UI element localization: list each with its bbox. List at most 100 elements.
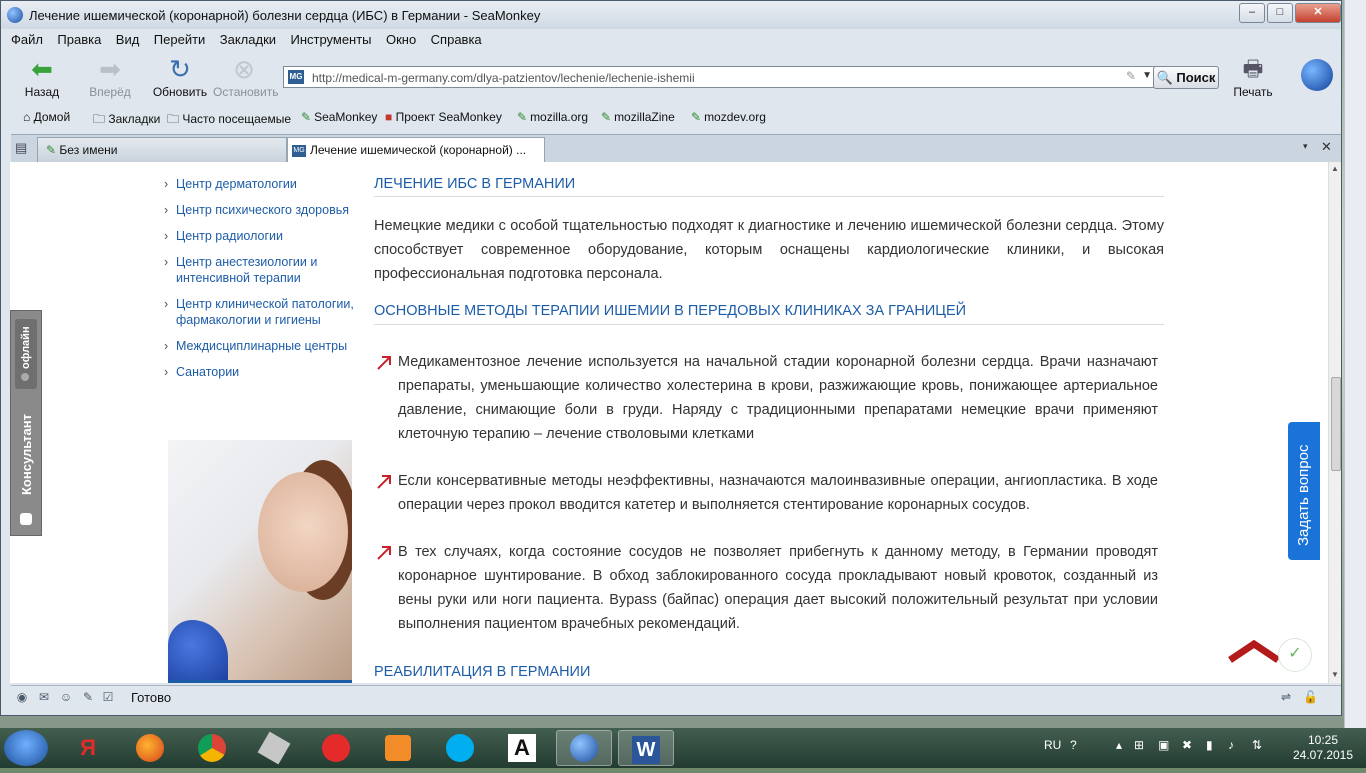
forward-button[interactable]: ➡ Вперёд xyxy=(79,53,141,101)
menu-view[interactable]: Вид xyxy=(116,32,140,47)
usb-icon[interactable]: ▣ xyxy=(1158,738,1169,752)
sidebar-item-radiology[interactable]: Центр радиологии xyxy=(164,228,364,244)
menu-file[interactable]: Файл xyxy=(11,32,43,47)
chat-bubble-icon xyxy=(20,513,32,525)
tray-expand-icon[interactable]: ▴ xyxy=(1116,738,1122,752)
network-tray-icon[interactable]: ⇅ xyxy=(1252,738,1262,752)
volume-icon[interactable]: ♪ xyxy=(1228,738,1234,752)
bookmark-icon: ✎ xyxy=(301,110,312,124)
taskbar-firefox[interactable] xyxy=(122,730,178,766)
print-button[interactable]: 🖶 Печать xyxy=(1223,53,1283,101)
forward-arrow-icon: ➡ xyxy=(99,54,121,84)
photo-glove xyxy=(168,620,228,683)
taskbar-media-player[interactable] xyxy=(370,730,426,766)
windows-icon[interactable]: ⊞ xyxy=(1134,738,1144,752)
clock[interactable]: 10:25 24.07.2015 xyxy=(1292,733,1354,763)
url-input[interactable] xyxy=(310,68,1114,88)
back-label: Назад xyxy=(24,85,60,99)
menu-bookmarks[interactable]: Закладки xyxy=(220,32,276,47)
addressbook-icon[interactable]: ☑ xyxy=(101,690,115,704)
menu-edit[interactable]: Правка xyxy=(57,32,101,47)
shield-check-icon[interactable]: ✓ xyxy=(1278,638,1312,672)
signal-icon[interactable]: ▮ xyxy=(1206,738,1213,752)
close-window-button[interactable]: ✕ xyxy=(1295,3,1341,23)
taskbar-word[interactable]: W xyxy=(618,730,674,766)
sidebar-item-anesthesiology[interactable]: Центр анестезиологии и интенсивной терап… xyxy=(164,254,324,286)
photo-face xyxy=(258,472,348,592)
site-favicon: MG xyxy=(288,70,304,84)
bookmark-seamonkey-project[interactable]: ■ Проект SeaMonkey xyxy=(385,110,502,124)
address-bar[interactable]: MG ✎ ▼ xyxy=(283,66,1159,88)
menu-window[interactable]: Окно xyxy=(386,32,416,47)
help-icon[interactable]: ? xyxy=(1070,738,1077,752)
minimize-button[interactable]: – xyxy=(1239,3,1265,23)
scrollbar-thumb[interactable] xyxy=(1331,377,1341,471)
error-icon[interactable]: ✖ xyxy=(1182,738,1192,752)
search-button[interactable]: 🔍 Поиск xyxy=(1153,66,1219,89)
bookmark-bookmarks[interactable]: 🗀 Закладки xyxy=(93,110,160,131)
page-scrollbar[interactable]: ▲ ▼ xyxy=(1328,162,1341,683)
language-indicator[interactable]: RU xyxy=(1044,738,1061,752)
scroll-down-icon[interactable]: ▼ xyxy=(1331,670,1339,679)
bookmark-frequent[interactable]: 🗀 Часто посещаемые xyxy=(167,110,291,131)
online-icon[interactable]: ◉ xyxy=(15,690,29,704)
bookmark-tag-icon[interactable]: ✎ xyxy=(1126,69,1136,83)
stop-label: Остановить xyxy=(213,85,279,99)
seamonkey-icon xyxy=(7,7,23,23)
mail-icon[interactable]: ✉ xyxy=(37,690,51,704)
taskbar-yandex-browser[interactable]: Я xyxy=(60,730,116,766)
taskbar-font-app[interactable]: A xyxy=(494,730,550,766)
maximize-button[interactable]: □ xyxy=(1267,3,1293,23)
taskbar-skype[interactable] xyxy=(432,730,488,766)
home-icon: ⌂ xyxy=(23,110,31,124)
skype-icon xyxy=(446,734,474,762)
network-icon: ⇌ xyxy=(1280,690,1292,704)
menu-help[interactable]: Справка xyxy=(431,32,482,47)
divider xyxy=(374,196,1164,197)
bookmark-mozilla[interactable]: ✎ mozilla.org xyxy=(517,110,588,124)
sidebar-item-mental-health[interactable]: Центр психического здоровья xyxy=(164,202,364,218)
heading-rehabilitation: РЕАБИЛИТАЦИЯ В ГЕРМАНИИ xyxy=(374,664,591,680)
bookmark-seamonkey[interactable]: ✎ SeaMonkey xyxy=(301,110,377,124)
tool-icon xyxy=(257,731,291,765)
list-item-medication: Медикаментозное лечение используется на … xyxy=(374,350,1158,446)
tab-untitled[interactable]: ✎ Без имени xyxy=(37,137,287,163)
tab-current[interactable]: MG Лечение ишемической (коронарной) ... xyxy=(287,137,545,163)
search-label: Поиск xyxy=(1176,70,1216,85)
bookmark-home[interactable]: ⌂ Домой xyxy=(23,110,70,124)
stop-button[interactable]: ⊗ Остановить xyxy=(213,53,279,101)
composer-icon[interactable]: ✎ xyxy=(81,690,95,704)
taskbar-yandex[interactable] xyxy=(308,730,364,766)
menu-go[interactable]: Перейти xyxy=(154,32,206,47)
bookmark-mozdev[interactable]: ✎ mozdev.org xyxy=(691,110,766,124)
chat-icon[interactable]: ☺ xyxy=(59,690,73,704)
sidebar-item-sanatoriums[interactable]: Санатории xyxy=(164,364,364,380)
arrow-bullet-icon xyxy=(377,546,391,560)
bookmark-mozillazine[interactable]: ✎ mozillaZine xyxy=(601,110,675,124)
menu-tools[interactable]: Инструменты xyxy=(290,32,371,47)
reload-button[interactable]: ↻ Обновить xyxy=(149,53,211,101)
consultant-label: Консультант xyxy=(19,414,34,495)
scroll-up-icon[interactable]: ▲ xyxy=(1331,164,1339,173)
sidebar-item-dermatology[interactable]: Центр дерматологии xyxy=(164,176,364,192)
url-dropdown-icon[interactable]: ▼ xyxy=(1142,70,1152,81)
close-tab-icon[interactable]: ✕ xyxy=(1321,139,1332,155)
taskbar-seamonkey[interactable] xyxy=(556,730,612,766)
reload-label: Обновить xyxy=(152,85,208,99)
sidebar-item-interdisciplinary[interactable]: Междисциплинарные центры xyxy=(164,338,364,354)
project-icon: ■ xyxy=(385,110,393,124)
new-tab-icon[interactable]: ▤ xyxy=(15,140,27,156)
ask-question-button[interactable]: Задать вопрос xyxy=(1288,422,1320,560)
status-dot-icon xyxy=(21,373,29,381)
taskbar-app[interactable] xyxy=(246,730,302,766)
folder-icon: 🗀 xyxy=(93,112,106,126)
back-button[interactable]: ⬅ Назад xyxy=(11,53,73,101)
scroll-to-top-icon[interactable] xyxy=(1228,640,1280,664)
seamonkey-throbber-icon[interactable] xyxy=(1301,59,1333,91)
sidebar-item-pathology[interactable]: Центр клинической патологии, фармакологи… xyxy=(164,296,364,328)
start-button[interactable] xyxy=(4,730,48,766)
clock-time: 10:25 xyxy=(1307,733,1339,747)
consultant-widget[interactable]: офлайн Консультант xyxy=(10,310,42,536)
taskbar-chrome[interactable] xyxy=(184,730,240,766)
tab-list-icon[interactable]: ▾ xyxy=(1303,141,1308,152)
